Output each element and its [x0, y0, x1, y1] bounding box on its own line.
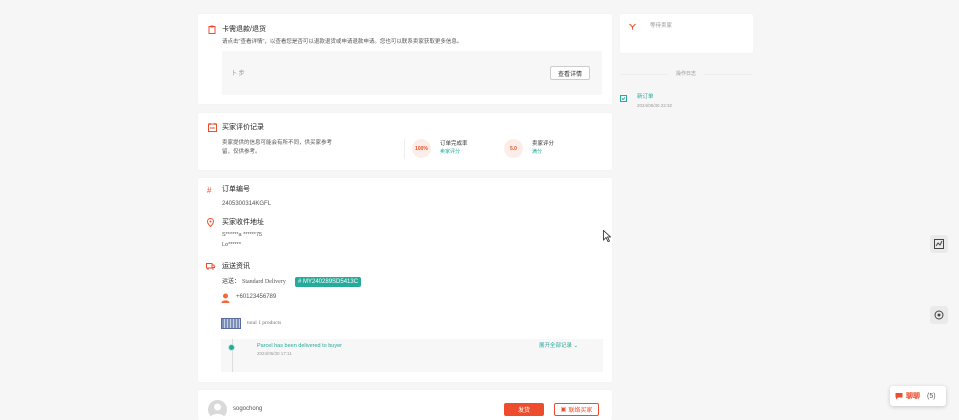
log-divider-right — [704, 74, 753, 75]
seller-rating-label: 卖家评分 — [532, 141, 555, 147]
chart-icon — [934, 239, 944, 249]
carrier-name: Standard Delivery — [242, 279, 286, 285]
carrier-label: 运送： — [222, 279, 241, 285]
buyer-username[interactable]: sogochong — [233, 406, 262, 412]
expand-tracking-link[interactable]: 展开全部记录 ⌄ — [539, 343, 579, 350]
chat-icon — [895, 393, 903, 400]
tracking-status-box: Parcel has been delivered to buyer 2024/… — [221, 339, 603, 372]
order-id-value: 2405300314KGFL — [222, 201, 272, 207]
floating-sidebar-button-2[interactable] — [930, 306, 948, 324]
notice-inner-label: 卜 步 — [231, 71, 245, 77]
tracking-number-tag[interactable]: # MY240289SD5413C — [295, 277, 362, 287]
tracking-status-text: Parcel has been delivered to buyer — [257, 343, 342, 349]
view-details-button[interactable]: 查看详情 — [550, 66, 590, 80]
completion-rate-sub: 卖家评分 — [440, 149, 461, 155]
chat-label[interactable]: 聊聊 — [906, 391, 920, 401]
notice-desc: 请点击"查看详情"，以查看您是否可以退款退货或申请退款申请。您也可以联系卖家获取… — [222, 39, 463, 45]
contact-buyer-button[interactable]: ▣ 联络买家 — [554, 403, 599, 416]
seller-rating-sub: 满分 — [532, 149, 543, 155]
floating-sidebar-button-1[interactable] — [930, 235, 948, 253]
headset-icon — [934, 310, 944, 320]
address-line-1: S******a ******75 — [222, 232, 263, 238]
notice-card: 卡需退款/退货 请点击"查看详情"，以查看您是否可以退款退货或申请退款申请。您也… — [198, 14, 612, 104]
mouse-cursor-icon — [603, 230, 611, 242]
clipboard-icon — [208, 25, 216, 34]
log-document-icon — [620, 95, 627, 102]
notice-inner-box: 卜 步 查看详情 — [222, 51, 602, 95]
buyer-rating-desc-1: 卖家提供的信息可能会有所不同，供买家参考 — [222, 140, 333, 146]
chat-count: (5) — [927, 392, 936, 400]
shipping-title: 运送资讯 — [222, 263, 250, 270]
buyer-rating-desc-2: 留，仅供参考。 — [222, 149, 261, 155]
svg-text:#: # — [207, 186, 212, 194]
location-pin-icon — [207, 218, 214, 227]
product-count: total 1 products — [247, 320, 282, 326]
completion-rate-label: 订单完成率 — [440, 141, 468, 147]
product-thumbnail — [221, 318, 241, 329]
seller-status-icon — [629, 23, 636, 30]
address-title: 买家收件地址 — [222, 219, 264, 226]
status-box-label: 等待卖家 — [650, 23, 673, 29]
buyer-rating-title: 买家评价记录 — [222, 124, 264, 131]
courier-phone: +60123456789 — [236, 294, 277, 300]
bottom-action-card: sogochong 发货 ▣ 联络买家 — [198, 390, 612, 420]
tracking-status-time: 2024/05/30 17:11 — [257, 351, 292, 356]
status-box: 等待卖家 — [620, 14, 753, 53]
log-section-title: 操作日志 — [676, 71, 697, 77]
seller-rating-badge: 5.0 — [504, 139, 523, 158]
truck-icon — [206, 263, 215, 270]
chevron-down-icon: ⌄ — [573, 343, 579, 349]
address-line-2: Lo****** — [222, 242, 241, 248]
expand-tracking-label[interactable]: 展开全部记录 — [539, 343, 572, 349]
notice-title: 卡需退款/退货 — [222, 26, 266, 33]
stat-divider — [404, 139, 405, 159]
rating-record-icon — [208, 123, 217, 132]
user-icon — [210, 403, 225, 419]
order-id-icon: # — [207, 186, 212, 194]
chat-widget[interactable]: 聊聊 (5) — [890, 386, 946, 406]
courier-person-icon — [221, 293, 230, 303]
buyer-rating-card: 买家评价记录 卖家提供的信息可能会有所不同，供买家参考 留，仅供参考。 100%… — [198, 113, 612, 170]
log-divider-left — [620, 74, 668, 75]
contact-buyer-label[interactable]: 联络买家 — [568, 405, 592, 414]
order-details-card: # 订单编号 2405300314KGFL 买家收件地址 S******a **… — [198, 178, 612, 382]
completion-rate-badge: 100% — [412, 139, 431, 158]
log-entry-time: 2024/05/30 22:32 — [637, 103, 673, 108]
courier-avatar — [221, 293, 230, 303]
log-entry-title: 新订单 — [637, 94, 654, 100]
order-id-title: 订单编号 — [222, 186, 250, 193]
buyer-avatar[interactable] — [208, 400, 227, 419]
timeline-dot — [228, 344, 235, 351]
ship-button[interactable]: 发货 — [504, 403, 544, 416]
